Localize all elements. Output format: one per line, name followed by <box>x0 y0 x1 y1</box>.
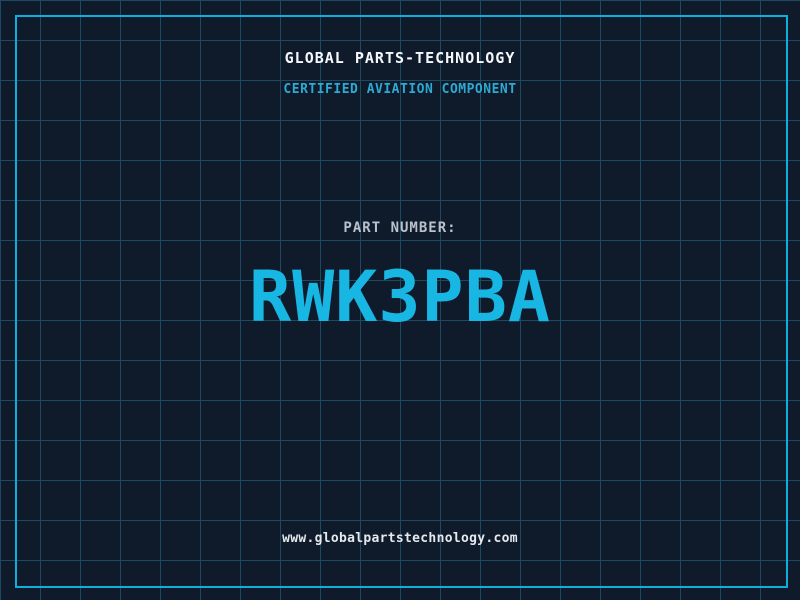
company-name: GLOBAL PARTS-TECHNOLOGY <box>284 49 516 67</box>
website-url: www.globalpartstechnology.com <box>282 531 518 546</box>
part-number-label: PART NUMBER: <box>343 220 457 236</box>
part-number-value: RWK3PBA <box>248 256 551 338</box>
certification-subtitle: CERTIFIED AVIATION COMPONENT <box>283 82 517 97</box>
